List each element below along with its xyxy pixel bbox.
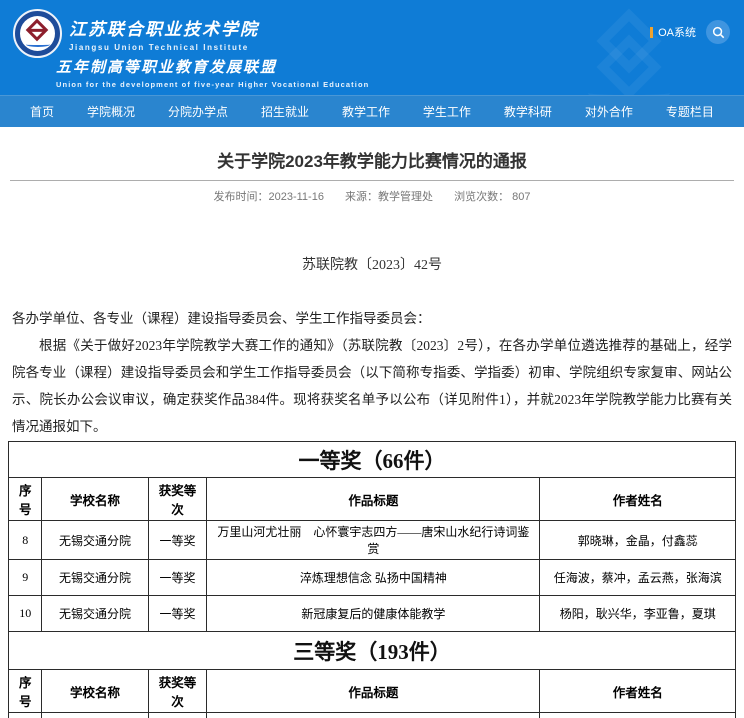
site-header: 江苏联合职业技术学院 Jiangsu Union Technical Insti… — [0, 0, 744, 95]
table-cell: 淬炼理想信念 弘扬中国精神 — [207, 560, 540, 596]
search-icon — [712, 26, 725, 39]
table-cell: 一等奖 — [148, 560, 207, 596]
table-cell: 三等奖 — [148, 713, 207, 718]
title-divider — [10, 180, 734, 181]
nav-item-2[interactable]: 分院办学点 — [168, 103, 228, 120]
column-header: 序号 — [9, 478, 42, 521]
table-row: 10无锡交通分院一等奖新冠康复后的健康体能教学杨阳，耿兴华，李亚鲁，夏琪 — [9, 596, 736, 632]
award-section-title: 一等奖（66件） — [9, 442, 736, 478]
column-header: 作品标题 — [207, 478, 540, 521]
table-cell: 15 — [9, 713, 42, 718]
nav-item-0[interactable]: 首页 — [30, 103, 54, 120]
oa-accent-bar — [650, 27, 653, 38]
award-section-title: 三等奖（193件） — [9, 632, 736, 670]
column-header: 学校名称 — [42, 478, 148, 521]
logo-wave-icon — [26, 42, 50, 47]
column-header: 作者姓名 — [540, 478, 736, 521]
union-name-en: Union for the development of five-year H… — [56, 80, 369, 89]
search-button[interactable] — [706, 20, 730, 44]
document-number: 苏联院教〔2023〕42号 — [10, 254, 734, 274]
logo-emblem-icon — [26, 19, 49, 42]
page-title: 关于学院2023年教学能力比赛情况的通报 — [10, 147, 734, 172]
nav-item-1[interactable]: 学院概况 — [87, 103, 135, 120]
column-header: 获奖等次 — [148, 670, 207, 713]
table-cell: 9 — [9, 560, 42, 596]
nav-item-4[interactable]: 教学工作 — [342, 103, 390, 120]
column-header: 获奖等次 — [148, 478, 207, 521]
table-row: 8无锡交通分院一等奖万里山河尤壮丽 心怀寰宇志四方——唐宋山水纪行诗词鉴赏郭晓琳… — [9, 521, 736, 560]
table-cell: 杨阳，耿兴华，李亚鲁，夏琪 — [540, 596, 736, 632]
table-row: 9无锡交通分院一等奖淬炼理想信念 弘扬中国精神任海波，蔡冲，孟云燕，张海滨 — [9, 560, 736, 596]
table-cell: 闻吉，曹维忠，尚玲芳 — [540, 713, 736, 718]
table-cell: 无锡交通分院 — [42, 521, 148, 560]
table-cell: 万里山河尤壮丽 心怀寰宇志四方——唐宋山水纪行诗词鉴赏 — [207, 521, 540, 560]
table-cell: 新冠康复后的健康体能教学 — [207, 596, 540, 632]
table-cell: 无锡交通分院 — [42, 596, 148, 632]
oa-system-link[interactable]: OA系统 — [650, 24, 696, 40]
article-meta: 发布时间：2023-11-16 来源：教学管理处 浏览次数： 807 — [10, 188, 734, 204]
table-header-row: 序号学校名称获奖等次作品标题作者姓名 — [9, 478, 736, 521]
column-header: 序号 — [9, 670, 42, 713]
view-count: 浏览次数： 807 — [454, 191, 530, 203]
table-row: 15无锡交通分院三等奖倡导理性消费，珍爱地球家园闻吉，曹维忠，尚玲芳 — [9, 713, 736, 718]
awards-table: 一等奖（66件）序号学校名称获奖等次作品标题作者姓名8无锡交通分院一等奖万里山河… — [8, 441, 736, 718]
table-cell: 无锡交通分院 — [42, 713, 148, 718]
nav-item-8[interactable]: 专题栏目 — [666, 103, 714, 120]
institute-name-en: Jiangsu Union Technical Institute — [69, 43, 259, 52]
nav-item-5[interactable]: 学生工作 — [423, 103, 471, 120]
union-name-cn: 五年制高等职业教育发展联盟 — [56, 56, 369, 77]
table-cell: 一等奖 — [148, 521, 207, 560]
table-cell: 8 — [9, 521, 42, 560]
table-header-row: 序号学校名称获奖等次作品标题作者姓名 — [9, 670, 736, 713]
table-cell: 10 — [9, 596, 42, 632]
table-cell: 任海波，蔡冲，孟云燕，张海滨 — [540, 560, 736, 596]
table-cell: 郭晓琳，金晶，付鑫蕊 — [540, 521, 736, 560]
source: 来源：教学管理处 — [345, 191, 433, 203]
oa-system-label: OA系统 — [658, 24, 696, 40]
main-nav: 首页 学院概况 分院办学点 招生就业 教学工作 学生工作 教学科研 对外合作 专题栏目 — [0, 95, 744, 127]
column-header: 学校名称 — [42, 670, 148, 713]
publish-time: 发布时间：2023-11-16 — [214, 191, 324, 203]
table-cell: 一等奖 — [148, 596, 207, 632]
salutation: 各办学单位、各专业（课程）建设指导委员会、学生工作指导委员会： — [10, 305, 734, 332]
institute-name-cn: 江苏联合职业技术学院 — [69, 15, 259, 40]
institute-logo — [13, 9, 62, 58]
column-header: 作者姓名 — [540, 670, 736, 713]
nav-item-3[interactable]: 招生就业 — [261, 103, 309, 120]
nav-item-7[interactable]: 对外合作 — [585, 103, 633, 120]
column-header: 作品标题 — [207, 670, 540, 713]
nav-item-6[interactable]: 教学科研 — [504, 103, 552, 120]
notice-body: 根据《关于做好2023年学院教学大赛工作的通知》（苏联院教〔2023〕2号），在… — [10, 332, 734, 440]
table-cell: 倡导理性消费，珍爱地球家园 — [207, 713, 540, 718]
table-cell: 无锡交通分院 — [42, 560, 148, 596]
